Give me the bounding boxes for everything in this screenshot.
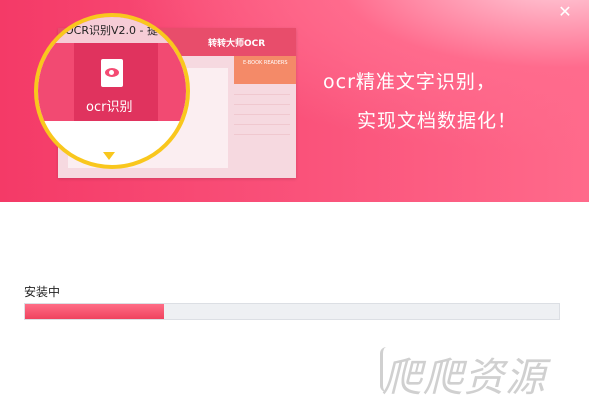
preview-app-title: 转转大师OCR	[208, 39, 266, 49]
install-progress-fill	[25, 304, 164, 319]
magnifier-lens: pOCR识别V2.0 - 捷 ocr识别	[34, 13, 190, 169]
ocr-doc-icon	[101, 59, 123, 87]
list-item	[234, 88, 290, 95]
slogan-line-2: 实现文档数据化！	[357, 110, 518, 132]
list-item	[234, 118, 290, 125]
list-item	[234, 98, 290, 105]
slogan-line-1: ocr精准文字识别，	[323, 71, 496, 93]
list-item	[234, 108, 290, 115]
install-progress-bar	[24, 303, 560, 320]
lens-pointer-icon	[103, 152, 115, 160]
watermark-logo: 爬爬资源	[382, 355, 546, 401]
list-item	[234, 128, 290, 135]
eye-icon	[105, 68, 119, 77]
tab-ocr-label: ocr识别	[86, 100, 133, 115]
preview-file-list	[234, 88, 290, 168]
close-icon[interactable]: ✕	[556, 3, 574, 21]
lens-window-title: pOCR识别V2.0 - 捷	[58, 24, 158, 37]
header-banner: ✕ 转转大师OCR E-BOOK READERS pOCR识别V2.0 - 捷 …	[0, 0, 589, 202]
preview-ad-text: E-BOOK READERS	[243, 60, 288, 66]
install-status-label: 安装中	[24, 285, 61, 299]
